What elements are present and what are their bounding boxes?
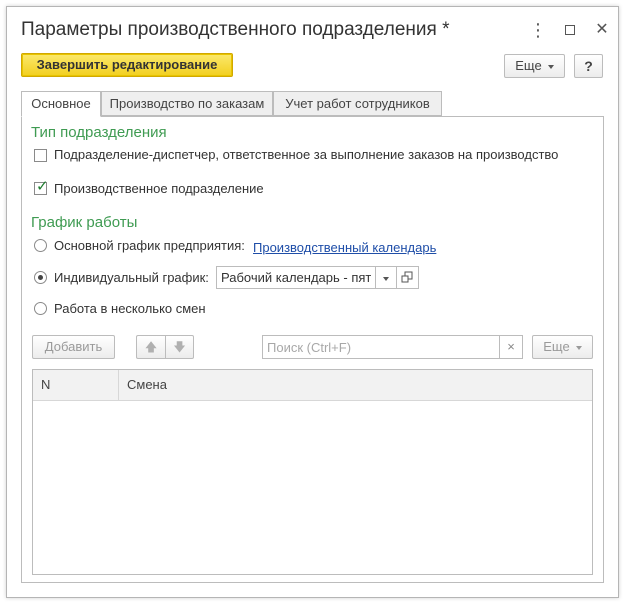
- individual-schedule-radio[interactable]: [34, 271, 47, 284]
- move-up-button[interactable]: 🡅: [136, 335, 165, 359]
- shifts-table[interactable]: N Смена: [32, 369, 593, 575]
- table-header: N Смена: [33, 370, 592, 401]
- help-button[interactable]: ?: [574, 54, 603, 78]
- more-menu-button[interactable]: Еще: [504, 54, 565, 78]
- division-type-title: Тип подразделения: [31, 124, 167, 141]
- dropdown-button[interactable]: [375, 267, 396, 288]
- schedule-title: График работы: [31, 214, 138, 231]
- chevron-down-icon: [547, 64, 554, 69]
- table-more-label: Еще: [543, 339, 570, 354]
- arrow-up-icon: 🡅: [144, 340, 158, 354]
- radio-selected-dot: [38, 275, 43, 280]
- window-title: Параметры производственного подразделени…: [21, 19, 450, 40]
- dispatcher-label: Подразделение-диспетчер, ответственное з…: [54, 147, 559, 162]
- search-box: ×: [262, 335, 523, 359]
- more-actions-icon[interactable]: ⋮: [527, 19, 549, 41]
- search-input[interactable]: [263, 336, 507, 358]
- column-header-shift[interactable]: Смена: [119, 370, 592, 400]
- move-down-button[interactable]: 🡇: [165, 335, 194, 359]
- individual-schedule-label: Индивидуальный график:: [54, 270, 209, 285]
- clear-search-icon[interactable]: ×: [499, 336, 522, 358]
- open-in-window-icon: [401, 271, 413, 283]
- chevron-down-icon: [575, 345, 582, 350]
- open-schedule-button[interactable]: [397, 266, 419, 289]
- more-menu-label: Еще: [515, 58, 542, 73]
- form-window: Параметры производственного подразделени…: [6, 6, 619, 598]
- shifts-radio[interactable]: [34, 302, 47, 315]
- arrow-down-icon: 🡇: [173, 340, 186, 354]
- tab-employee-work[interactable]: Учет работ сотрудников: [273, 91, 442, 116]
- tab-main[interactable]: Основное: [21, 91, 101, 117]
- main-schedule-radio[interactable]: [34, 239, 47, 252]
- finish-editing-button[interactable]: Завершить редактирование: [21, 53, 233, 77]
- production-label: Производственное подразделение: [54, 181, 264, 196]
- main-schedule-label: Основной график предприятия:: [54, 238, 245, 253]
- production-checkbox[interactable]: ✓: [34, 178, 49, 195]
- shifts-label: Работа в несколько смен: [54, 301, 206, 316]
- column-header-n[interactable]: N: [33, 370, 119, 400]
- add-shift-button[interactable]: Добавить: [32, 335, 115, 359]
- dispatcher-checkbox[interactable]: [34, 149, 47, 162]
- table-more-button[interactable]: Еще: [532, 335, 593, 359]
- maximize-icon[interactable]: [559, 19, 581, 41]
- individual-schedule-select[interactable]: Рабочий календарь - пятидневка: [216, 266, 397, 289]
- chevron-down-icon: [383, 276, 389, 281]
- close-icon[interactable]: ✕: [591, 19, 613, 41]
- checkmark-icon: ✓: [36, 178, 49, 195]
- production-calendar-link[interactable]: Производственный календарь: [253, 240, 436, 255]
- individual-schedule-value: Рабочий календарь - пятидневка: [221, 270, 371, 285]
- tab-production-orders[interactable]: Производство по заказам: [101, 91, 273, 116]
